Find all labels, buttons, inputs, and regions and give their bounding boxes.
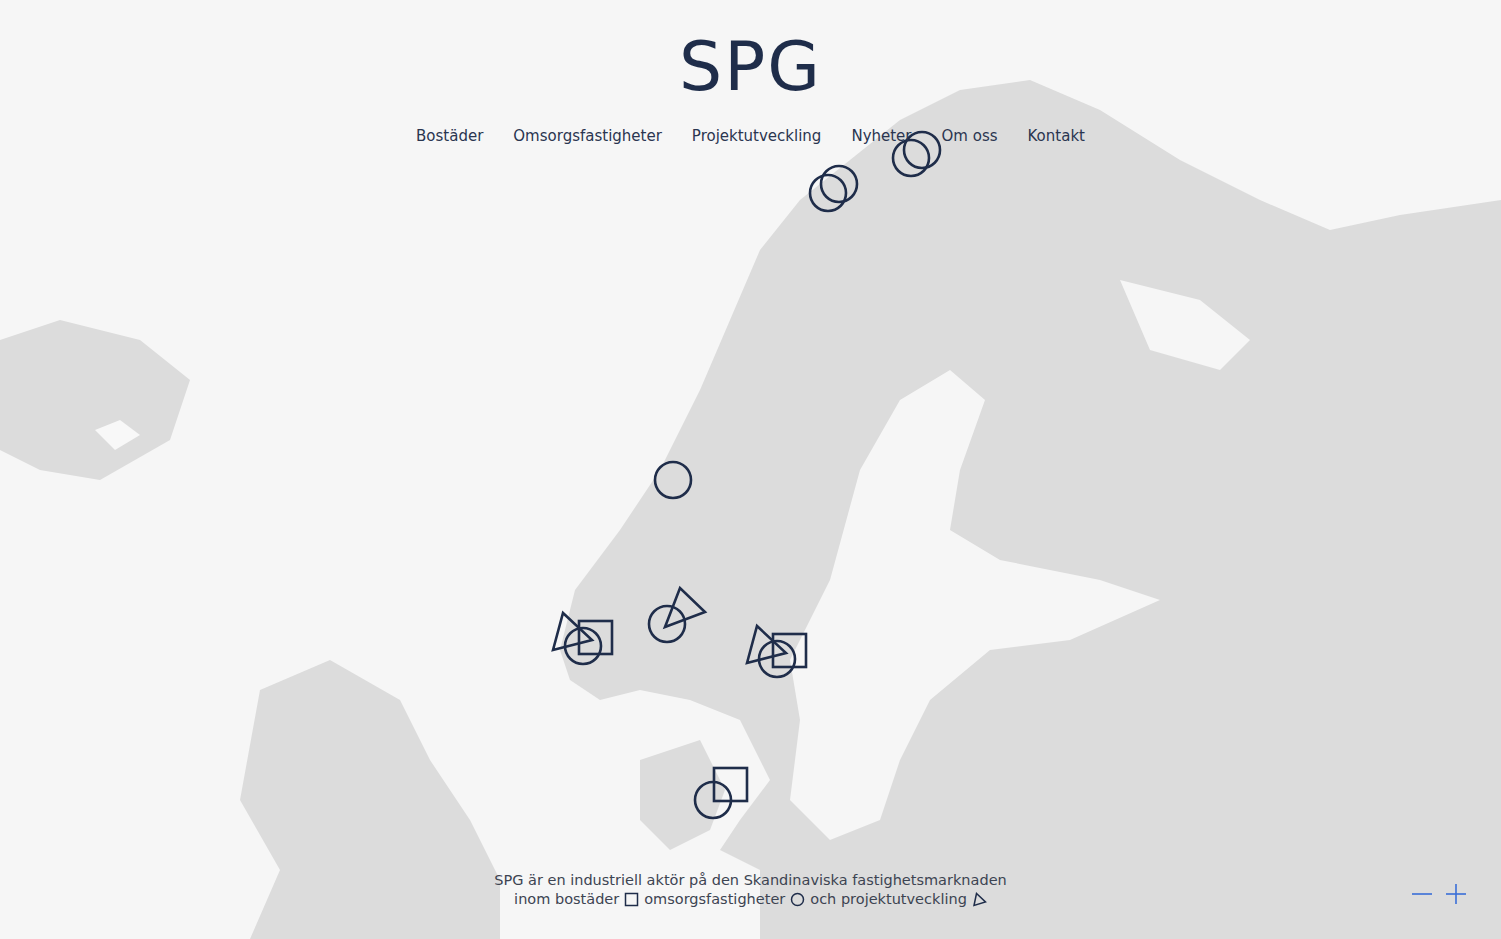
map-pin[interactable] [695, 768, 747, 818]
map-pin[interactable] [810, 166, 857, 211]
circle-icon [821, 166, 857, 202]
circle-icon [565, 628, 601, 664]
zoom-out-icon[interactable] [1411, 883, 1433, 905]
map-pin[interactable] [553, 613, 612, 664]
circle-icon [695, 782, 731, 818]
zoom-controls [1411, 883, 1467, 905]
square-icon [579, 621, 612, 654]
triangle-icon [972, 892, 987, 907]
caption-line: inom bostäder omsorgsfastigheter och proje… [494, 890, 1007, 909]
caption-line: SPG är en industriell aktör på den Skand… [494, 871, 1007, 890]
square-icon [773, 634, 806, 667]
zoom-in-icon[interactable] [1445, 883, 1467, 905]
nav-link[interactable]: Nyheter [851, 125, 911, 147]
caption-text: och projektutveckling [810, 890, 967, 909]
main-nav: Bostäder Omsorgsfastigheter Projektutveckl… [416, 125, 1085, 147]
circle-icon [893, 140, 929, 176]
nav-link[interactable]: Projektutveckling [692, 125, 822, 147]
map-pin[interactable] [649, 588, 705, 642]
map-pin[interactable] [747, 626, 806, 677]
nav-link[interactable]: Kontakt [1028, 125, 1085, 147]
caption-text: omsorgsfastigheter [644, 890, 785, 909]
nav-link[interactable]: Bostäder [416, 125, 483, 147]
logo[interactable]: SPG [679, 30, 822, 105]
circle-icon [655, 462, 691, 498]
caption: SPG är en industriell aktör på den Skand… [494, 871, 1007, 909]
circle-icon [759, 641, 795, 677]
nav-link[interactable]: Omsorgsfastigheter [513, 125, 662, 147]
caption-text: SPG är en industriell aktör på den Skand… [494, 871, 1007, 890]
square-icon [624, 892, 639, 907]
nav-link[interactable]: Om oss [942, 125, 998, 147]
triangle-icon [665, 588, 705, 627]
caption-text: inom bostäder [514, 890, 619, 909]
circle-icon [790, 892, 805, 907]
map-pin[interactable] [655, 462, 691, 498]
circle-icon [810, 175, 846, 211]
